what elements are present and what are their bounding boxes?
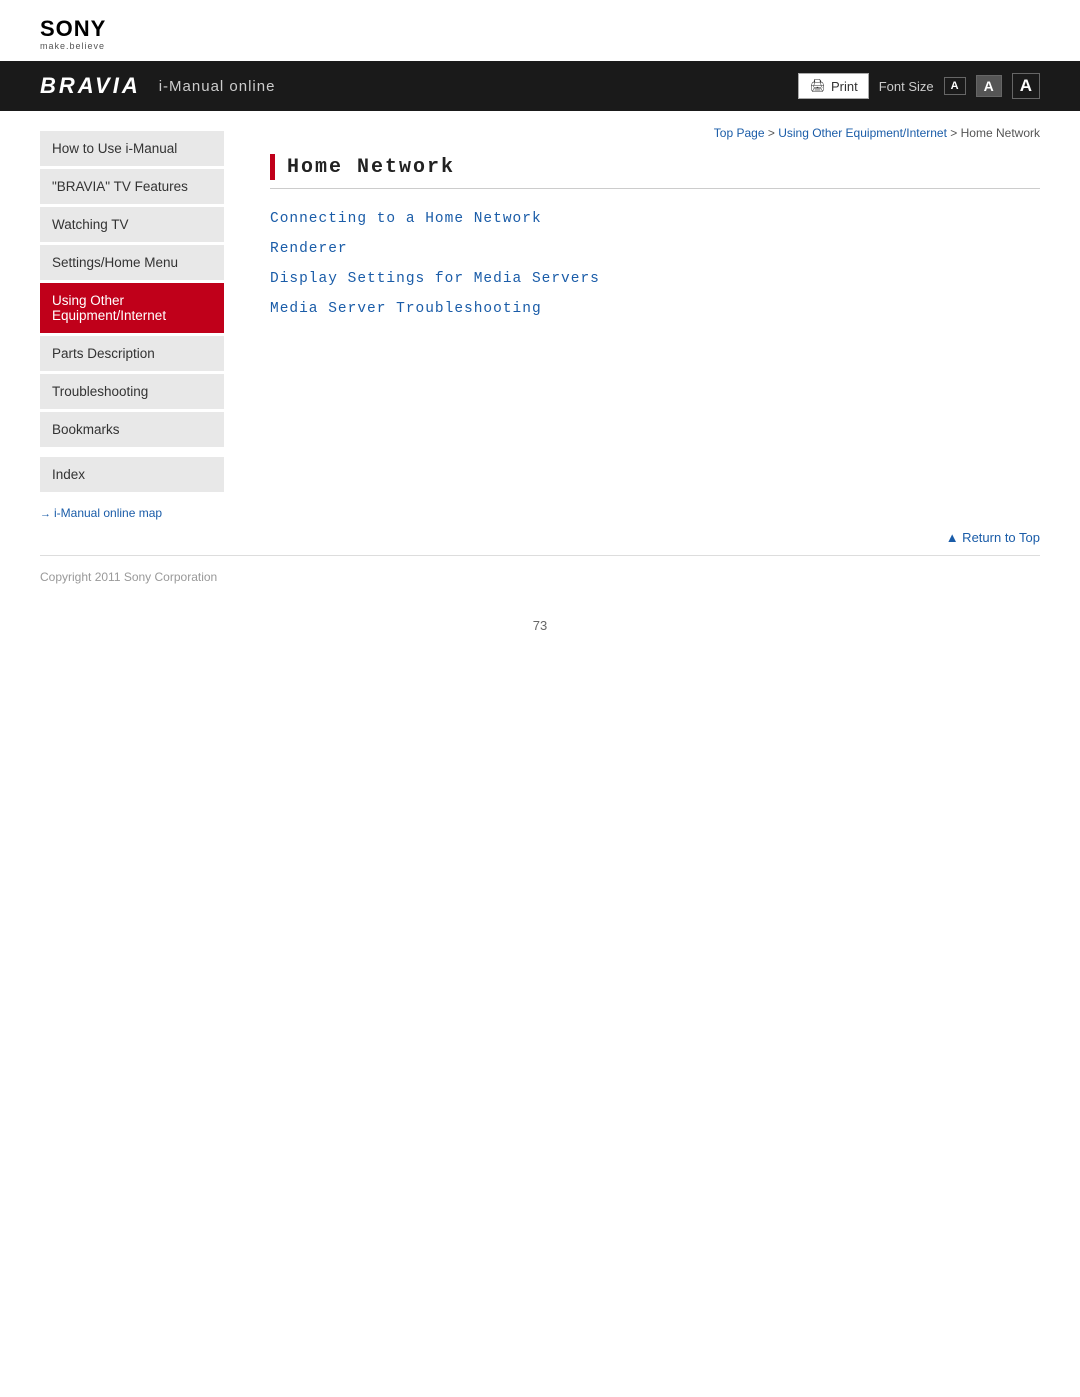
sony-tagline: make.believe — [40, 41, 1040, 51]
content-links: Connecting to a Home Network Renderer Di… — [270, 209, 1040, 317]
breadcrumb: Top Page > Using Other Equipment/Interne… — [270, 126, 1040, 140]
page-number: 73 — [0, 598, 1080, 643]
imanual-map-link[interactable]: →i-Manual online map — [40, 506, 224, 520]
sidebar-item-using-other[interactable]: Using Other Equipment/Internet — [40, 283, 224, 333]
bravia-logo: BRAVIA — [40, 73, 141, 99]
font-large-button[interactable]: A — [1012, 73, 1040, 99]
logo-area: SONY make.believe — [0, 0, 1080, 61]
content-area: Top Page > Using Other Equipment/Interne… — [240, 111, 1040, 520]
list-item: Connecting to a Home Network — [270, 209, 1040, 227]
list-item: Renderer — [270, 239, 1040, 257]
imanual-title: i-Manual online — [159, 78, 799, 95]
breadcrumb-section[interactable]: Using Other Equipment/Internet — [778, 126, 947, 140]
link-troubleshooting[interactable]: Media Server Troubleshooting — [270, 301, 542, 317]
font-small-button[interactable]: A — [944, 77, 966, 95]
list-item: Media Server Troubleshooting — [270, 299, 1040, 317]
link-renderer[interactable]: Renderer — [270, 241, 348, 257]
sidebar-item-watching-tv[interactable]: Watching TV — [40, 207, 224, 242]
arrow-right-icon: → — [40, 508, 51, 520]
sidebar-item-bookmarks[interactable]: Bookmarks — [40, 412, 224, 447]
return-to-top-area: ▲ Return to Top — [0, 520, 1080, 555]
return-to-top-link[interactable]: ▲ Return to Top — [946, 530, 1040, 545]
sidebar: How to Use i-Manual "BRAVIA" TV Features… — [40, 111, 240, 520]
print-icon: 🖨 — [809, 78, 826, 94]
sidebar-item-parts-description[interactable]: Parts Description — [40, 336, 224, 371]
main-layout: How to Use i-Manual "BRAVIA" TV Features… — [0, 111, 1080, 520]
sidebar-item-bravia-features[interactable]: "BRAVIA" TV Features — [40, 169, 224, 204]
breadcrumb-top-page[interactable]: Top Page — [714, 126, 765, 140]
breadcrumb-current: Home Network — [961, 126, 1040, 140]
top-bar-controls: 🖨 Print Font Size A A A — [798, 73, 1040, 99]
sidebar-item-index[interactable]: Index — [40, 457, 224, 492]
print-button[interactable]: 🖨 Print — [798, 73, 868, 99]
footer: Copyright 2011 Sony Corporation — [0, 556, 1080, 598]
font-medium-button[interactable]: A — [976, 75, 1002, 97]
link-display-settings[interactable]: Display Settings for Media Servers — [270, 271, 600, 287]
sidebar-item-troubleshooting[interactable]: Troubleshooting — [40, 374, 224, 409]
copyright-text: Copyright 2011 Sony Corporation — [40, 570, 217, 584]
font-size-label: Font Size — [879, 79, 934, 94]
top-bar: BRAVIA i-Manual online 🖨 Print Font Size… — [0, 61, 1080, 111]
page-title-accent — [270, 154, 275, 180]
sidebar-item-settings-home-menu[interactable]: Settings/Home Menu — [40, 245, 224, 280]
sidebar-item-how-to-use[interactable]: How to Use i-Manual — [40, 131, 224, 166]
list-item: Display Settings for Media Servers — [270, 269, 1040, 287]
link-connecting[interactable]: Connecting to a Home Network — [270, 211, 542, 227]
page-title: Home Network — [287, 156, 455, 179]
page-title-bar: Home Network — [270, 154, 1040, 189]
sony-logo: SONY — [40, 18, 1040, 40]
